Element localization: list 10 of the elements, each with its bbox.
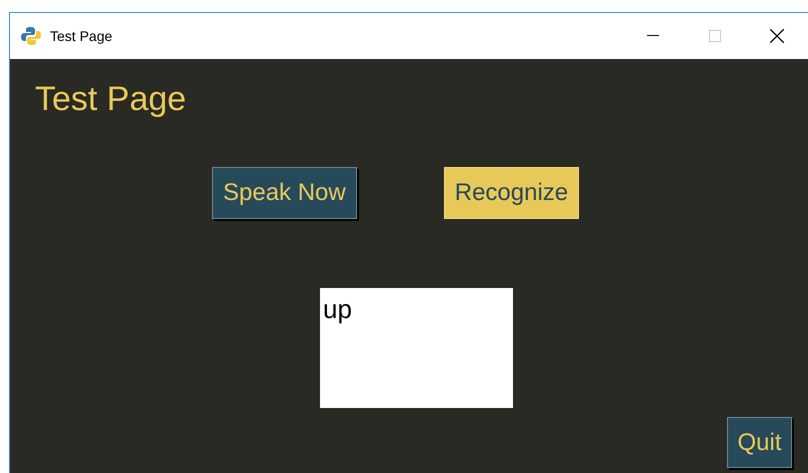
quit-button[interactable]: Quit — [727, 417, 792, 468]
maximize-icon — [709, 30, 721, 42]
minimize-icon — [647, 35, 659, 37]
recognize-button[interactable]: Recognize — [444, 167, 580, 219]
text-box[interactable]: up — [320, 288, 513, 408]
window-title: Test Page — [50, 26, 112, 46]
close-icon — [770, 29, 784, 43]
page-heading: Test Page — [35, 79, 186, 119]
app-icon — [21, 26, 41, 46]
speak-now-button[interactable]: Speak Now — [212, 167, 357, 219]
